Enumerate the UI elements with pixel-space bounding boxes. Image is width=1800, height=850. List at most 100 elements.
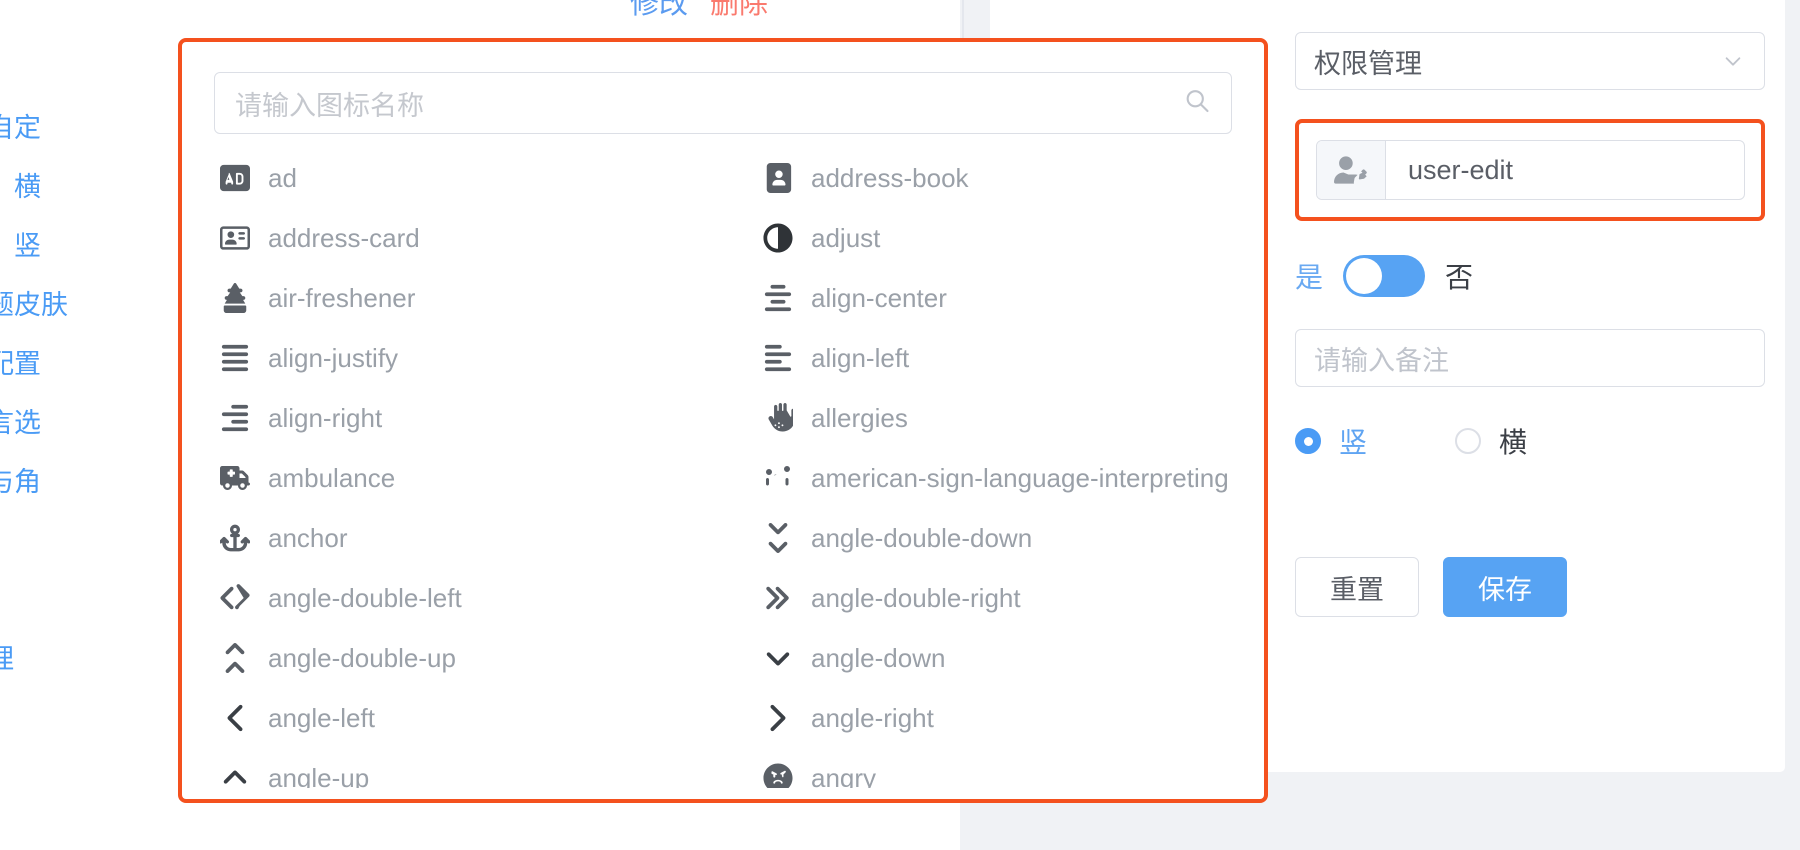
- table-row[interactable]: 角色: [0, 568, 175, 627]
- icon-list-item-label: angle-double-up: [268, 642, 456, 673]
- background-menu-rows: 首页 配置 定义菜单 自定 菜单栏列表 横 菜单栏列表 竖 题皮肤 主题皮肤 配…: [0, 0, 175, 686]
- icon-list-item-label: align-right: [268, 402, 383, 433]
- table-row[interactable]: 首页: [0, 0, 175, 37]
- icon-list-item[interactable]: address-book: [725, 148, 1250, 208]
- angle-down-icon: [761, 641, 795, 675]
- icon-list-item[interactable]: address-card: [200, 208, 725, 268]
- american-sign-language-interpreting-icon: [761, 461, 795, 495]
- menu-name-select[interactable]: 权限管理: [1295, 32, 1765, 90]
- angle-double-up-icon: [218, 641, 252, 675]
- icon-list-item-label: adjust: [811, 222, 881, 253]
- user-edit-icon[interactable]: [1317, 141, 1386, 199]
- icon-list-item[interactable]: angle-double-left: [200, 568, 725, 628]
- align-right-icon: [218, 401, 252, 435]
- radio-option-vertical[interactable]: 竖: [1295, 421, 1367, 461]
- switch-label-no: 否: [1445, 262, 1474, 293]
- icon-list-item-label: address-card: [268, 222, 420, 253]
- icon-list-item-label: angle-double-right: [811, 582, 1021, 613]
- icon-list-item[interactable]: angle-double-up: [200, 628, 725, 688]
- search-icon[interactable]: [1183, 87, 1211, 120]
- remark-placeholder: 请输入备注: [1314, 345, 1449, 376]
- icon-list-item[interactable]: angle-double-right: [725, 568, 1250, 628]
- angle-double-down-icon: [761, 521, 795, 555]
- edit-link[interactable]: 修改: [630, 0, 688, 22]
- angry-icon: [761, 761, 795, 788]
- table-row[interactable]: 配置 认证配置: [0, 332, 175, 391]
- icon-list-item-label: allergies: [811, 402, 908, 433]
- row-right-text: 主题皮肤: [0, 290, 68, 320]
- icon-list-item[interactable]: allergies: [725, 388, 1250, 448]
- address-card-icon: [218, 221, 252, 255]
- icon-picker-popover: 请输入图标名称 ad address-book address-card adjust…: [178, 38, 1268, 803]
- menu-icon-input-value: user-edit: [1408, 154, 1514, 185]
- switch-knob: [1346, 258, 1383, 294]
- icon-list-item[interactable]: align-justify: [200, 328, 725, 388]
- air-freshener-icon: [218, 281, 252, 315]
- icon-list-item[interactable]: ambulance: [200, 448, 725, 508]
- icon-search-placeholder: 请输入图标名称: [235, 90, 424, 121]
- table-row[interactable]: 菜单栏列表 竖: [0, 214, 175, 273]
- angle-right-icon: [761, 701, 795, 735]
- visible-switch[interactable]: [1343, 255, 1426, 297]
- table-row[interactable]: 定义菜单 自定: [0, 96, 175, 155]
- icon-list-item[interactable]: angle-left: [200, 688, 725, 748]
- icon-list-item-label: align-center: [811, 282, 947, 313]
- radio-label: 竖: [1339, 427, 1368, 458]
- icon-list-item-label: align-justify: [268, 342, 399, 373]
- angle-double-right-icon: [761, 581, 795, 615]
- delete-link[interactable]: 删除: [710, 0, 768, 22]
- icon-list-item[interactable]: anchor: [200, 508, 725, 568]
- icon-list-item-label: address-book: [811, 162, 969, 193]
- align-justify-icon: [218, 341, 252, 375]
- table-row[interactable]: 菜单栏列表 横: [0, 155, 175, 214]
- icon-list-item[interactable]: angry: [725, 748, 1250, 788]
- visible-switch-row: 是 否: [1295, 253, 1765, 299]
- table-row[interactable]: 角色 用户与角: [0, 450, 175, 509]
- table-row[interactable]: 配置: [0, 37, 175, 96]
- table-row[interactable]: 题皮肤 主题皮肤: [0, 273, 175, 332]
- remark-input[interactable]: 请输入备注: [1295, 329, 1765, 387]
- row-right-text: 横: [14, 172, 41, 202]
- icon-list-item[interactable]: angle-double-down: [725, 508, 1250, 568]
- icon-list-item[interactable]: angle-down: [725, 628, 1250, 688]
- icon-list-item[interactable]: air-freshener: [200, 268, 725, 328]
- icon-list-item-label: angle-up: [268, 762, 370, 789]
- icon-search-input[interactable]: 请输入图标名称: [214, 72, 1232, 134]
- icon-list-item[interactable]: angle-up: [200, 748, 725, 788]
- row-right-text: 语言选: [0, 408, 41, 438]
- icon-list-item[interactable]: adjust: [725, 208, 1250, 268]
- icon-list-item[interactable]: angle-right: [725, 688, 1250, 748]
- ad-icon: [218, 161, 252, 195]
- table-row[interactable]: 言选择 语言选: [0, 391, 175, 450]
- table-row[interactable]: 用户: [0, 509, 175, 568]
- icon-list-item[interactable]: align-center: [725, 268, 1250, 328]
- row-right-text: 用户与角: [0, 467, 41, 497]
- chevron-down-icon: [1722, 50, 1744, 72]
- icon-list-item[interactable]: american-sign-language-interpreting: [725, 448, 1250, 508]
- icon-list-item-label: anchor: [268, 522, 348, 553]
- ambulance-icon: [218, 461, 252, 495]
- radio-label: 横: [1499, 427, 1528, 458]
- icon-list-item[interactable]: align-right: [200, 388, 725, 448]
- menu-form: 权限管理 user-edit 是 否 请输入备注 竖 横 重置 保存: [1295, 0, 1765, 617]
- icon-list-item-label: align-left: [811, 342, 910, 373]
- radio-dot-icon: [1295, 428, 1321, 454]
- icon-list-item-label: angle-double-down: [811, 522, 1033, 553]
- icon-list[interactable]: ad address-book address-card adjust air-fres…: [182, 148, 1264, 788]
- save-button[interactable]: 保存: [1443, 557, 1567, 617]
- adjust-icon: [761, 221, 795, 255]
- form-actions: 重置 保存: [1295, 557, 1765, 617]
- radio-option-horizontal[interactable]: 横: [1455, 421, 1527, 461]
- align-center-icon: [761, 281, 795, 315]
- reset-button[interactable]: 重置: [1295, 557, 1419, 617]
- row-right-text: 竖: [14, 231, 41, 261]
- address-book-icon: [761, 161, 795, 195]
- table-row[interactable]: 理 权限管理: [0, 627, 175, 686]
- icon-list-item[interactable]: ad: [200, 148, 725, 208]
- icon-list-item-label: ambulance: [268, 462, 396, 493]
- icon-list-item-label: angle-left: [268, 702, 375, 733]
- radio-dot-icon: [1455, 428, 1482, 454]
- icon-list-item[interactable]: align-left: [725, 328, 1250, 388]
- menu-icon-input[interactable]: user-edit: [1316, 140, 1745, 200]
- align-left-icon: [761, 341, 795, 375]
